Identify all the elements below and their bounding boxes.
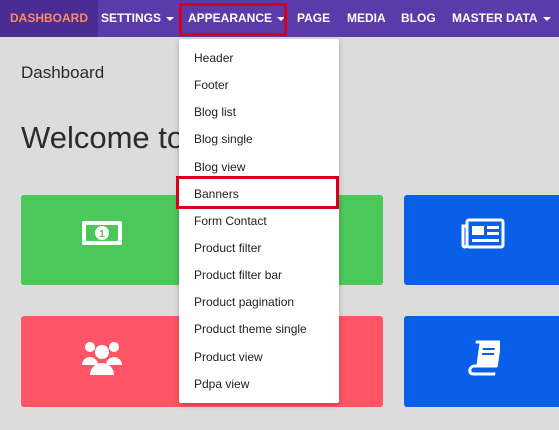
menu-item-form-contact[interactable]: Form Contact [194, 214, 267, 228]
page-title: Dashboard [21, 63, 105, 82]
menu-item-product-filter[interactable]: Product filter [194, 241, 261, 255]
nav-settings[interactable]: SETTINGS [101, 0, 175, 37]
appearance-dropdown-menu: Header Footer Blog list Blog single Blog… [179, 39, 339, 403]
nav-blog[interactable]: BLOG [401, 0, 436, 37]
menu-item-blog-list[interactable]: Blog list [194, 105, 236, 119]
chevron-down-icon [542, 16, 551, 21]
book-icon [468, 340, 500, 376]
card-book[interactable] [404, 316, 559, 407]
nav-settings-label: SETTINGS [101, 11, 162, 25]
menu-item-header[interactable]: Header [194, 51, 233, 65]
nav-dashboard[interactable]: DASHBOARD [0, 0, 98, 37]
welcome-heading: Welcome to [21, 120, 185, 155]
menu-item-product-theme-single[interactable]: Product theme single [194, 322, 307, 336]
chevron-down-icon [277, 16, 286, 21]
svg-text:1: 1 [99, 229, 105, 240]
menu-item-product-filter-bar[interactable]: Product filter bar [194, 268, 282, 282]
menu-item-product-view[interactable]: Product view [194, 350, 263, 364]
nav-appearance-label: APPEARANCE [188, 11, 273, 25]
menu-item-banners[interactable]: Banners [194, 187, 239, 201]
menu-item-blog-single[interactable]: Blog single [194, 132, 253, 146]
nav-page[interactable]: PAGE [297, 0, 330, 37]
menu-item-product-pagination[interactable]: Product pagination [194, 295, 294, 309]
money-icon: 1 [82, 221, 122, 245]
chevron-down-icon [166, 16, 175, 21]
nav-media[interactable]: MEDIA [347, 0, 386, 37]
menu-item-footer[interactable]: Footer [194, 78, 229, 92]
users-icon [82, 342, 122, 375]
menu-item-blog-view[interactable]: Blog view [194, 160, 245, 174]
menu-item-pdpa-view[interactable]: Pdpa view [194, 377, 249, 391]
card-news[interactable] [404, 195, 559, 285]
top-navbar: DASHBOARD SETTINGS APPEARANCE PAGE MEDIA… [0, 0, 559, 37]
nav-appearance[interactable]: APPEARANCE [188, 0, 286, 37]
nav-master-data[interactable]: MASTER DATA [452, 0, 551, 37]
nav-master-data-label: MASTER DATA [452, 11, 538, 25]
newspaper-icon [461, 218, 505, 249]
